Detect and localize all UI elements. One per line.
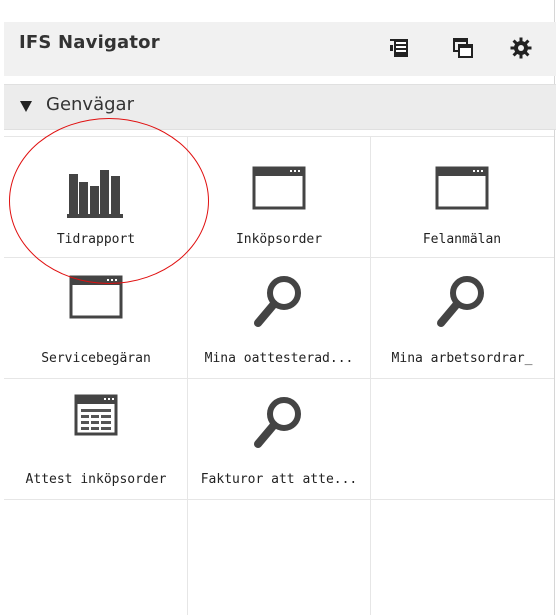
collapse-triangle-icon[interactable]	[18, 98, 34, 114]
section-label: Genvägar	[46, 94, 134, 115]
tile-inkopsorder[interactable]: Inköpsorder	[189, 136, 369, 252]
navigator-titlebar: IFS Navigator	[4, 22, 556, 76]
table-window-icon	[6, 394, 186, 452]
tile-attest-inkopsorder[interactable]: Attest inköpsorder	[6, 378, 186, 494]
search-icon	[189, 273, 369, 331]
tile-label: Mina arbetsordrar_	[391, 351, 533, 366]
section-genvagar[interactable]: Genvägar	[4, 84, 556, 130]
tile-fakturor-att-attestera[interactable]: Fakturor att atte...	[189, 378, 369, 494]
tile-label: Felanmälan	[422, 232, 502, 247]
panel-title: IFS Navigator	[19, 32, 160, 53]
tile-servicebegaran[interactable]: Servicebegäran	[6, 257, 186, 373]
bar-chart-icon	[6, 164, 186, 222]
search-icon	[372, 273, 552, 331]
tile-label: Servicebegäran	[41, 351, 151, 366]
tile-label: Tidrapport	[56, 232, 136, 247]
list-icon[interactable]	[387, 36, 411, 60]
tile-label: Fakturor att atte...	[200, 472, 358, 487]
tile-label: Mina oattesterad...	[204, 351, 354, 366]
tile-label: Inköpsorder	[235, 232, 323, 247]
ifs-navigator-panel: IFS Navigator Genvägar Tidrapport Inköps…	[0, 0, 556, 615]
window-icon	[372, 164, 552, 222]
tile-label: Attest inköpsorder	[25, 472, 167, 487]
window-icon	[6, 273, 186, 331]
search-icon	[189, 394, 369, 452]
windows-icon[interactable]	[451, 36, 475, 60]
tile-felanmalan[interactable]: Felanmälan	[372, 136, 552, 252]
window-icon	[189, 164, 369, 222]
tile-tidrapport[interactable]: Tidrapport	[6, 136, 186, 252]
tile-mina-oattesterade[interactable]: Mina oattesterad...	[189, 257, 369, 373]
gear-icon[interactable]	[509, 36, 533, 60]
tile-mina-arbetsordrar[interactable]: Mina arbetsordrar_	[372, 257, 552, 373]
shortcut-grid: Tidrapport Inköpsorder Felanmälan Servic…	[4, 136, 554, 615]
